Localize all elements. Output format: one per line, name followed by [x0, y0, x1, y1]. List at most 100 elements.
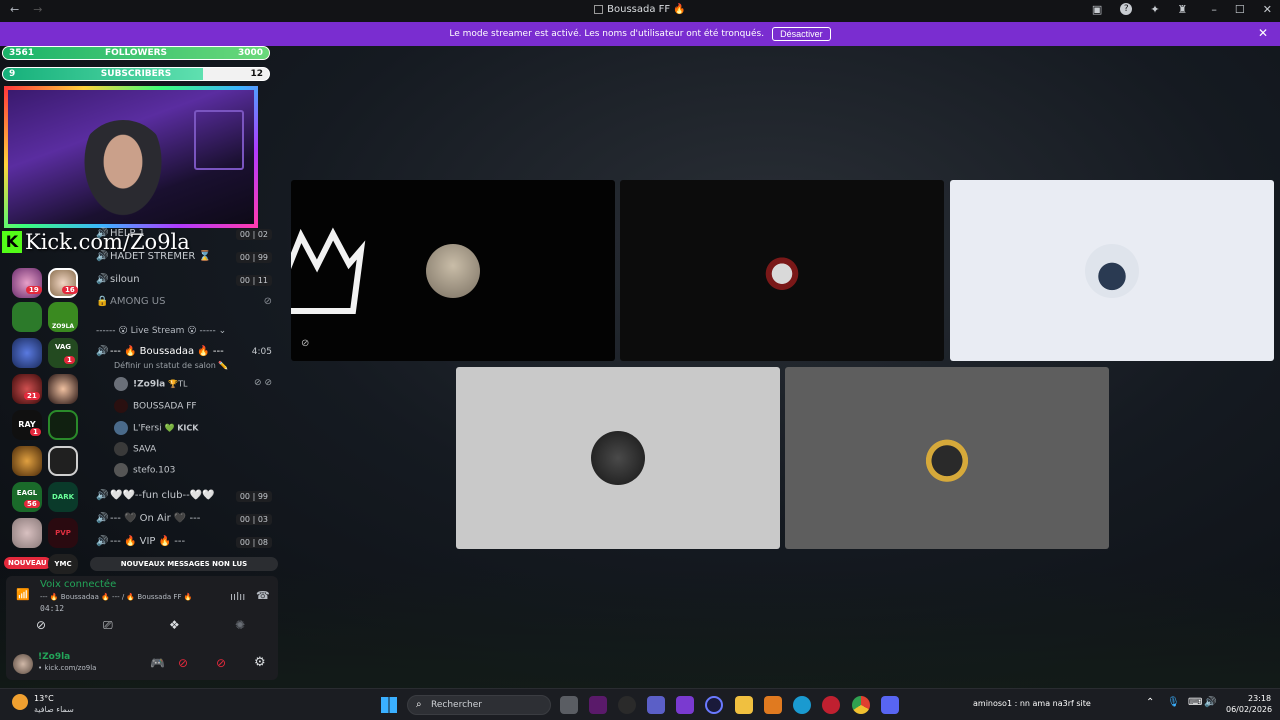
server-icon-vag[interactable]: VAG — [48, 338, 78, 368]
teams-icon[interactable] — [647, 696, 665, 714]
app-icon-circle[interactable] — [705, 696, 723, 714]
nouveau-badge[interactable]: NOUVEAU — [4, 557, 51, 569]
clock-date[interactable]: 06/02/2026 — [1226, 705, 1272, 714]
minimize-button[interactable]: – — [1211, 3, 1217, 16]
channel-siloun[interactable]: 🔊 siloun — [96, 274, 140, 285]
disable-streamer-button[interactable]: Désactiver — [772, 27, 831, 41]
server-icon-zo9la[interactable]: ZO9LA — [48, 302, 78, 332]
participant-avatar-4[interactable] — [591, 431, 645, 485]
video-tile-4[interactable] — [456, 367, 780, 549]
member-fersi[interactable]: L'Fersi 💚 KICK — [114, 421, 198, 435]
mic-muted-icon[interactable]: ⊘ — [178, 656, 188, 670]
close-button[interactable]: ✕ — [1263, 3, 1272, 16]
tools-icon[interactable]: ✦ — [1150, 3, 1159, 16]
banner-close-icon[interactable]: ✕ — [1258, 26, 1268, 40]
app-icon-purple[interactable] — [589, 696, 607, 714]
server-icon-dark[interactable]: DARK — [48, 482, 78, 512]
gamepad-icon[interactable]: 🎮 — [150, 656, 165, 670]
member-name: BOUSSADA FF — [133, 401, 197, 412]
weather-icon[interactable] — [12, 694, 28, 710]
notification-text[interactable]: aminoso1 : nn ama na3rf site — [973, 699, 1091, 708]
screen-share-icon[interactable]: ⎚ — [103, 618, 113, 633]
file-explorer-icon[interactable] — [735, 696, 753, 714]
volume-icon[interactable]: 🔊 — [1204, 697, 1216, 708]
member-boussada[interactable]: BOUSSADA FF — [114, 399, 197, 413]
maximize-button[interactable]: ☐ — [1235, 3, 1245, 16]
discord-icon[interactable] — [881, 696, 899, 714]
headset-muted-icon[interactable]: ⊘ — [216, 656, 226, 670]
video-tile-3[interactable] — [950, 180, 1274, 361]
app-icon-obs[interactable] — [618, 696, 636, 714]
server-icon-12[interactable] — [48, 446, 78, 476]
server-icon-11[interactable] — [12, 446, 42, 476]
participant-avatar-2[interactable] — [755, 244, 809, 298]
server-icon-3[interactable] — [12, 302, 42, 332]
count-a: 00 — [239, 538, 251, 547]
member-sava[interactable]: SAVA — [114, 442, 156, 456]
participant-avatar-5[interactable] — [920, 431, 974, 485]
camera-off-icon[interactable]: ⊘ — [36, 618, 46, 632]
channel-among-us[interactable]: 🔒 AMONG US — [96, 296, 165, 307]
member-stefo[interactable]: stefo.103 — [114, 463, 175, 477]
user-name[interactable]: !Zo9la — [38, 652, 70, 662]
video-tile-5[interactable] — [785, 367, 1109, 549]
voice-status[interactable]: Voix connectée — [40, 579, 116, 590]
server-icon-5[interactable] — [12, 338, 42, 368]
channel-hadet[interactable]: 🔊 HADET STREMER ⌛ — [96, 251, 211, 262]
channel-status[interactable]: Définir un statut de salon ✏️ — [114, 361, 228, 370]
app-icon-b[interactable] — [676, 696, 694, 714]
channel-on-air[interactable]: 🔊 --- 🖤 On Air 🖤 --- — [96, 513, 200, 524]
network-icon[interactable]: ⌨ — [1188, 697, 1202, 708]
chrome-icon[interactable] — [852, 696, 870, 714]
participant-avatar-1[interactable] — [426, 244, 480, 298]
member-name: stefo.103 — [133, 465, 176, 476]
edge-icon[interactable] — [793, 696, 811, 714]
category-live-stream[interactable]: ------ 😮 Live Stream 😮 ----- ⌄ — [96, 326, 226, 336]
crown-logo-icon — [291, 227, 366, 314]
banner-text: Le mode streamer est activé. Les noms d'… — [449, 29, 765, 39]
task-view-icon[interactable] — [560, 696, 578, 714]
channel-hadet-count: 00 | 99 — [235, 252, 272, 263]
member-zo9la[interactable]: !Zo9la 🏆TL — [114, 377, 187, 391]
voice-channel[interactable]: --- 🔥 Boussadaa 🔥 --- / 🔥 Boussada FF 🔥 — [40, 593, 192, 601]
participant-avatar-3[interactable] — [1085, 244, 1139, 298]
channel-list: 🔊 HELP 1 00 | 02 🔊 HADET STREMER ⌛ 00 | 99… — [88, 226, 280, 556]
help-icon[interactable]: ? — [1120, 3, 1133, 15]
channel-vip[interactable]: 🔊 --- 🔥 VIP 🔥 --- — [96, 536, 185, 547]
server-icon-ymc[interactable]: YMC — [48, 554, 78, 574]
unread-messages-banner[interactable]: NOUVEAUX MESSAGES NON LUS — [90, 557, 278, 571]
app-icon-red[interactable] — [822, 696, 840, 714]
tray-chevron-icon[interactable]: ⌃ — [1146, 697, 1154, 708]
channel-boussadaa[interactable]: 🔊 --- 🔥 Boussadaa 🔥 --- — [96, 346, 224, 357]
title-bar-icons: ▣ ? ✦ ♜ – ☐ ✕ — [1092, 3, 1272, 16]
weather-temp[interactable]: 13°C — [34, 694, 54, 703]
clock-time[interactable]: 23:18 — [1248, 694, 1271, 703]
avatar — [114, 399, 128, 413]
channel-fun-club[interactable]: 🔊 🤍🤍--fun club--🤍🤍 — [96, 490, 215, 501]
disconnect-icon[interactable]: ☎ — [256, 589, 270, 602]
hidden-eye-icon: ⊘ — [263, 296, 272, 307]
inbox-icon[interactable]: ▣ — [1092, 3, 1102, 16]
server-icon-8[interactable] — [48, 374, 78, 404]
server-icon-10[interactable] — [48, 410, 78, 440]
video-tile-1[interactable]: ⊘ — [291, 180, 615, 361]
mic-tray-icon[interactable]: 🎙 — [1167, 697, 1180, 708]
speaker-icon: 🔊 — [96, 490, 109, 501]
server-icon-pvp[interactable]: PVP — [48, 518, 78, 548]
app-icon-orange[interactable] — [764, 696, 782, 714]
accessibility-icon[interactable]: ♜ — [1178, 3, 1188, 16]
server-icon-15[interactable] — [12, 518, 42, 548]
soundwave-icon[interactable]: ıılıı — [230, 590, 245, 603]
settings-gear-icon[interactable]: ⚙ — [254, 655, 266, 670]
vag-text: VAG — [54, 343, 72, 351]
soundboard-icon[interactable]: ✺ — [235, 618, 245, 632]
taskbar-search[interactable]: ⌕ Rechercher — [407, 695, 551, 715]
video-tile-2[interactable] — [620, 180, 944, 361]
avatar[interactable] — [13, 654, 33, 674]
windows-start-icon[interactable] — [381, 697, 397, 713]
count-b: 02 — [257, 230, 268, 239]
activities-icon[interactable]: ❖ — [169, 618, 180, 632]
followers-goal-bar: 3561 FOLLOWERS 3000 — [2, 46, 270, 60]
count-a: 00 — [239, 253, 251, 262]
desk-shelf — [194, 110, 244, 170]
